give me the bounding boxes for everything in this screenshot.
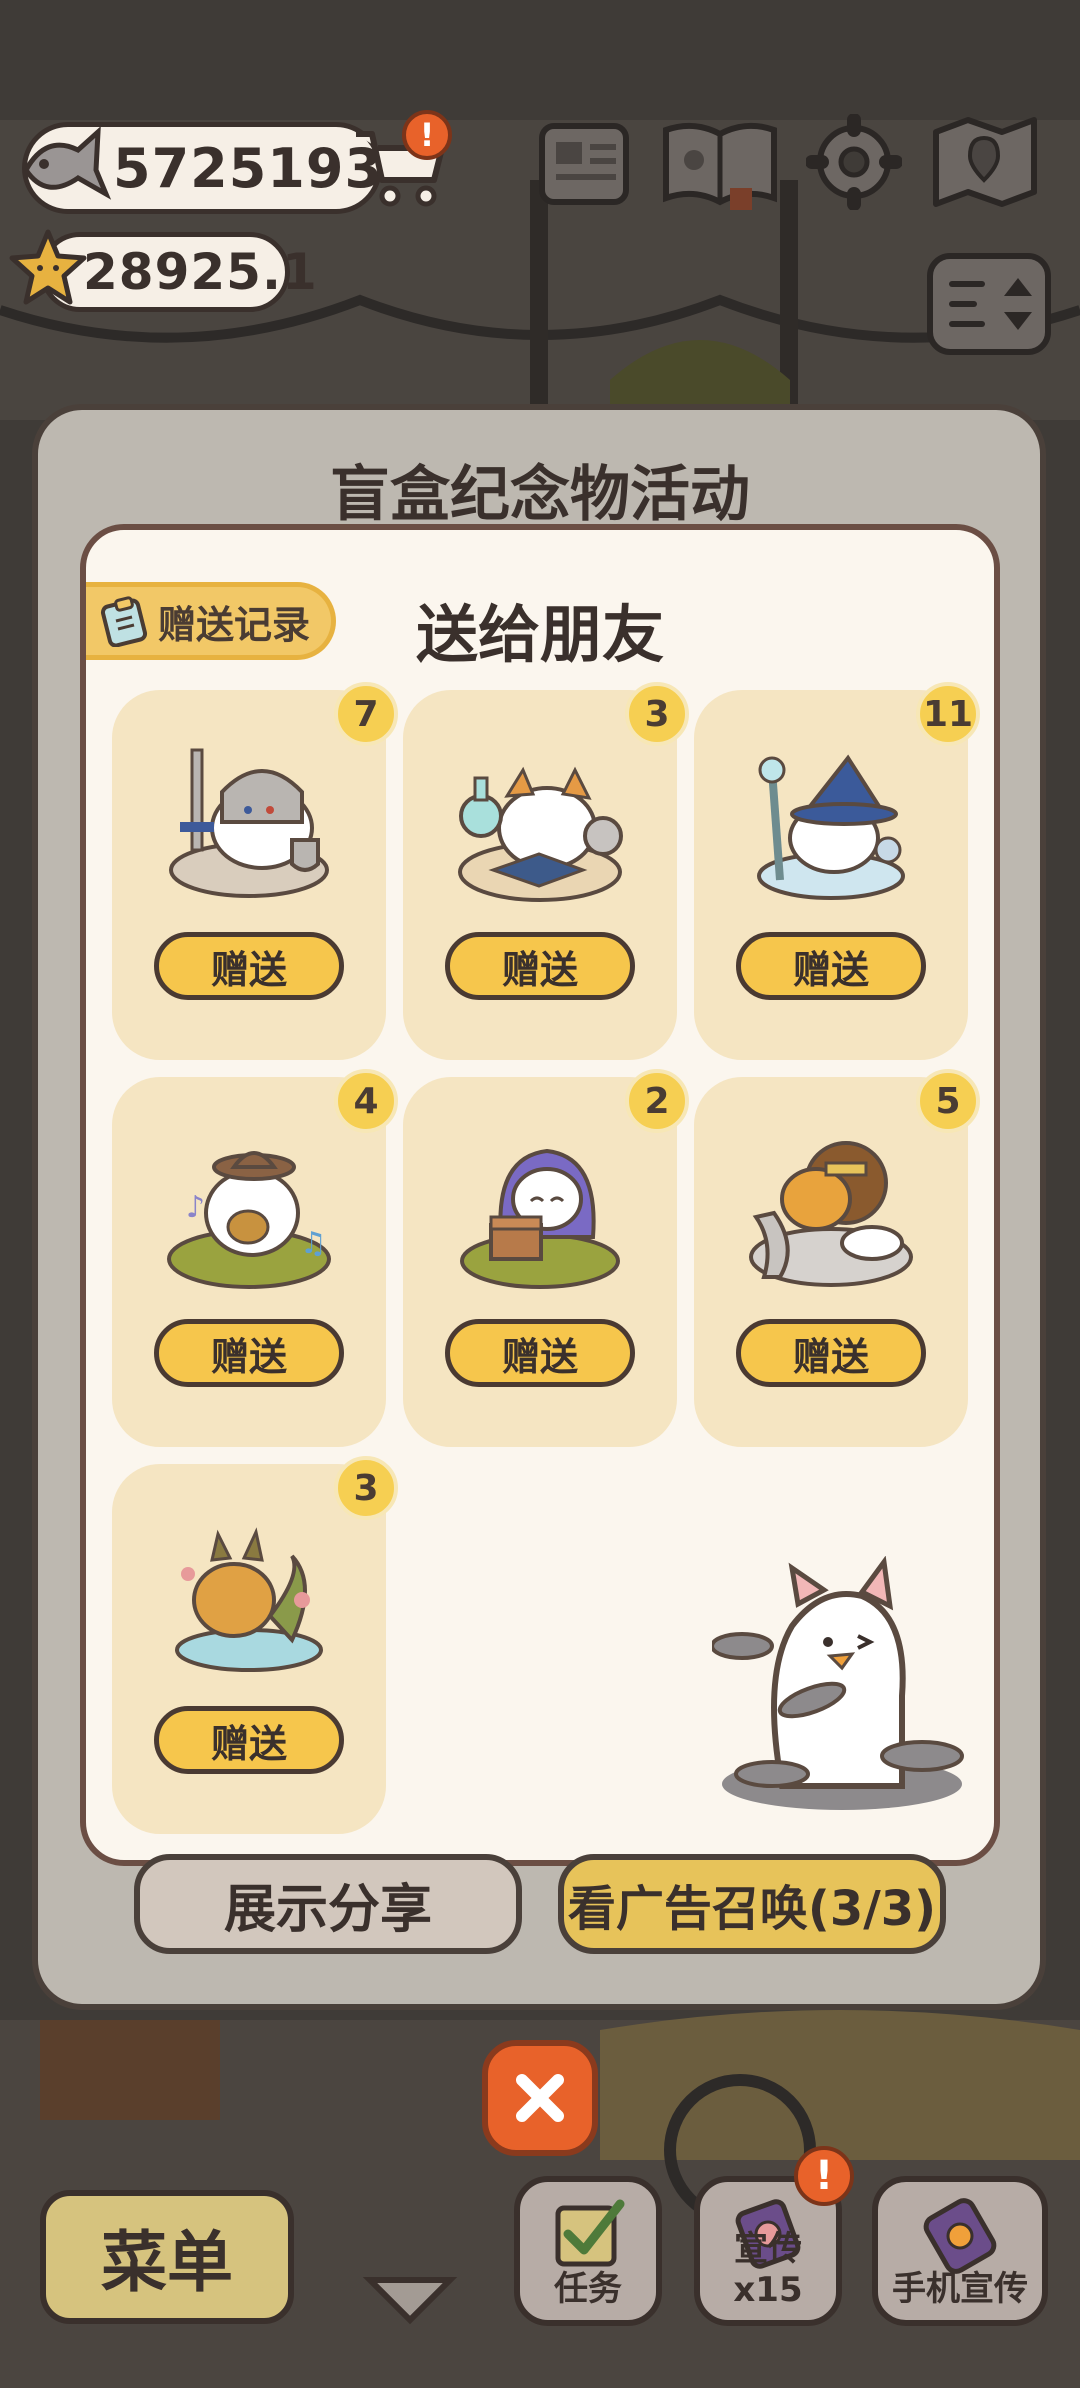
fish-icon: [16, 120, 112, 206]
gift-item-card: 3 赠送: [403, 682, 689, 1060]
gift-button[interactable]: 赠送: [736, 932, 926, 1000]
close-button[interactable]: [482, 2040, 598, 2156]
clipboard-icon: [98, 595, 150, 647]
ad-summon-button[interactable]: 看广告召唤(3/3): [558, 1854, 946, 1954]
lion-cat-icon: [734, 1117, 928, 1297]
svg-text:♫: ♫: [300, 1226, 327, 1261]
news-icon[interactable]: [536, 120, 632, 210]
bard-cat-icon: ♪ ♫: [152, 1117, 346, 1297]
gift-button[interactable]: 赠送: [445, 932, 635, 1000]
star-icon: [8, 226, 88, 306]
gift-history-label: 赠送记录: [158, 602, 311, 647]
phone-promote-label: 手机宣传: [892, 2269, 1028, 2309]
alchemist-cat-icon: [443, 730, 637, 910]
tasks-label: 任务: [554, 2269, 622, 2309]
phone-promote-button[interactable]: 手机宣传: [872, 2176, 1048, 2326]
menu-button[interactable]: 菜单: [40, 2190, 294, 2324]
svg-text:♪: ♪: [186, 1190, 205, 1225]
gift-item-card: 4 ♪ ♫ 赠送: [112, 1069, 398, 1447]
map-icon[interactable]: [930, 114, 1040, 210]
dragon-cat-icon: [152, 1504, 346, 1684]
mascot-cat-with-fish: [710, 1555, 980, 1822]
promote-alert-badge: !: [794, 2146, 854, 2206]
rogue-cat-icon: [443, 1117, 637, 1297]
catalog-book-icon[interactable]: [660, 116, 780, 212]
knight-cat-icon: [152, 730, 346, 910]
promote-label: 宣传x15: [733, 2229, 803, 2310]
gift-item-card: 2 赠送: [403, 1069, 689, 1447]
star-amount: 28925.1: [83, 243, 318, 301]
wizard-cat-icon: [734, 730, 928, 910]
gift-button[interactable]: 赠送: [154, 1319, 344, 1387]
close-icon: [510, 2068, 570, 2128]
fish-amount: 5725193: [113, 136, 384, 200]
gift-button[interactable]: 赠送: [154, 932, 344, 1000]
sort-toggle-icon[interactable]: [926, 252, 1052, 356]
event-title: 盲盒纪念物活动: [330, 460, 750, 530]
gift-item-card: 11 赠送: [694, 682, 980, 1060]
cart-alert-badge: !: [402, 110, 452, 160]
tasks-button[interactable]: 任务: [514, 2176, 662, 2326]
gift-item-card: 3 赠送: [112, 1456, 398, 1834]
gift-button[interactable]: 赠送: [154, 1706, 344, 1774]
gift-history-button[interactable]: 赠送记录: [86, 582, 336, 660]
gift-item-card: 5 赠送: [694, 1069, 980, 1447]
settings-gear-icon[interactable]: [806, 114, 902, 210]
gift-button[interactable]: 赠送: [736, 1319, 926, 1387]
gift-button[interactable]: 赠送: [445, 1319, 635, 1387]
share-display-button[interactable]: 展示分享: [134, 1854, 522, 1954]
gift-item-card: 7 赠送: [112, 682, 398, 1060]
